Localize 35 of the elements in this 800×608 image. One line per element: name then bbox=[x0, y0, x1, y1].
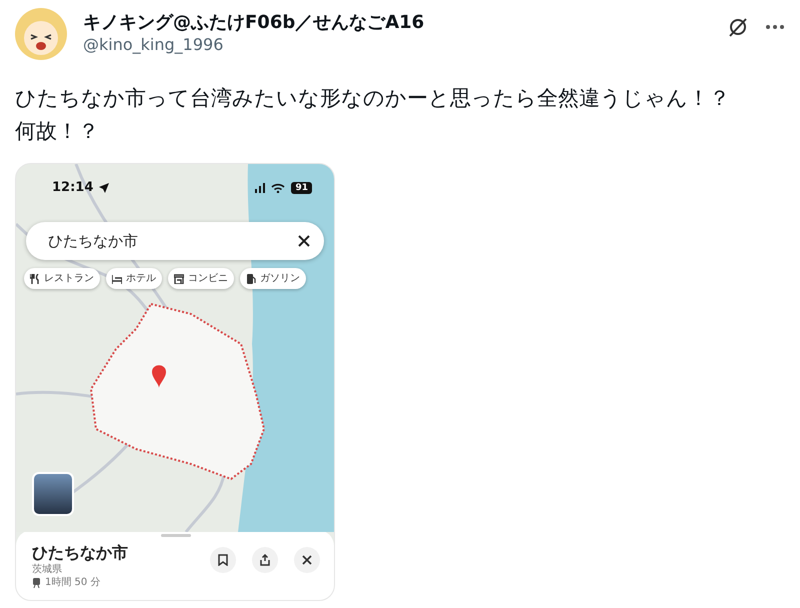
category-chip[interactable]: ガソリン bbox=[240, 268, 306, 289]
place-region: 茨城県 bbox=[32, 563, 63, 576]
category-chip[interactable]: コンビニ bbox=[168, 268, 234, 289]
share-icon bbox=[260, 554, 270, 566]
author-handle[interactable]: @kino_king_1996 bbox=[83, 34, 711, 56]
share-button[interactable] bbox=[252, 547, 278, 573]
bookmark-button[interactable] bbox=[210, 547, 236, 573]
store-icon bbox=[174, 274, 184, 284]
category-chip[interactable]: ホテル bbox=[106, 268, 162, 289]
bookmark-icon bbox=[218, 554, 228, 566]
post-text: ひたちなか市って台湾みたいな形なのかーと思ったら全然違うじゃん！？何故！？ bbox=[15, 85, 731, 145]
place-name: ひたちなか市 bbox=[32, 543, 129, 563]
bed-icon bbox=[112, 274, 122, 284]
travel-time: 1時間 50 分 bbox=[45, 576, 100, 589]
map-pin-icon bbox=[152, 365, 166, 388]
author-name[interactable]: キノキング@ふたけF06b／せんなごA16 bbox=[83, 12, 711, 34]
fuel-pump-icon bbox=[246, 274, 256, 284]
status-time: 12:14 bbox=[52, 179, 94, 197]
close-button[interactable] bbox=[294, 547, 320, 573]
fork-knife-icon bbox=[30, 274, 40, 284]
location-arrow-icon bbox=[99, 182, 110, 193]
more-icon[interactable] bbox=[765, 24, 785, 30]
signal-icon bbox=[255, 182, 266, 193]
close-icon bbox=[302, 555, 312, 565]
close-icon[interactable] bbox=[298, 235, 310, 247]
search-field[interactable]: ひたちなか市 bbox=[26, 222, 324, 260]
train-icon bbox=[32, 578, 41, 588]
drag-handle[interactable] bbox=[161, 534, 191, 537]
slashed-circle-icon[interactable] bbox=[727, 16, 749, 38]
wifi-icon bbox=[271, 182, 286, 193]
category-chip[interactable]: レストラン bbox=[24, 268, 100, 289]
street-view-thumbnail[interactable] bbox=[32, 472, 74, 516]
battery-level: 91 bbox=[291, 182, 312, 194]
avatar-icon bbox=[15, 8, 67, 60]
search-value: ひたちなか市 bbox=[48, 230, 139, 252]
